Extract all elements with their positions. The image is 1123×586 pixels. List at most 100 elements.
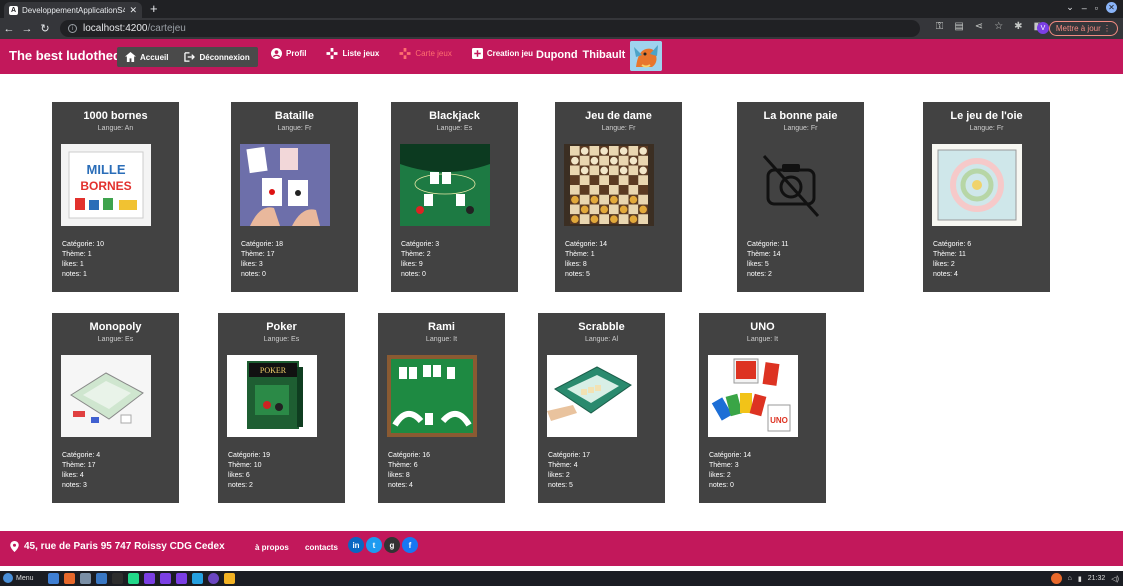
game-card[interactable]: 1000 bornes Langue: An MILLE BORNES Catég… bbox=[52, 102, 179, 292]
ide-icon[interactable] bbox=[128, 573, 139, 584]
ide-4-icon[interactable] bbox=[176, 573, 187, 584]
game-card[interactable]: Rami Langue: It Catégorie: 16 Thème: 6 l… bbox=[378, 313, 505, 503]
browser-tab[interactable]: A DeveloppementApplicationS4 ✕ bbox=[4, 2, 142, 18]
game-stats: Catégorie: 10 Thème: 1 likes: 1 notes: 1 bbox=[62, 240, 104, 280]
game-card[interactable]: Le jeu de l'oie Langue: Fr Catégorie: 6 … bbox=[923, 102, 1050, 292]
game-title[interactable]: Scrabble bbox=[538, 321, 665, 333]
game-title[interactable]: 1000 bornes bbox=[52, 110, 179, 122]
url-input[interactable]: i localhost:4200/cartejeu bbox=[60, 20, 920, 37]
reload-icon[interactable]: ↻ bbox=[36, 22, 54, 35]
categorie-value: 11 bbox=[781, 241, 789, 248]
game-card[interactable]: Monopoly Langue: Es Catégorie: 4 Thème: … bbox=[52, 313, 179, 503]
bookmark-star-icon[interactable]: ☆ bbox=[994, 21, 1003, 32]
game-card[interactable]: La bonne paie Langue: Fr Catégorie: 11 T… bbox=[737, 102, 864, 292]
notes-value: 4 bbox=[409, 482, 413, 489]
game-image: UNO bbox=[708, 355, 798, 437]
facebook-icon[interactable]: f bbox=[402, 537, 418, 553]
extensions-icon[interactable]: ✱ bbox=[1014, 21, 1022, 32]
game-image: MILLE BORNES bbox=[61, 144, 151, 226]
battery-icon[interactable]: ▮ bbox=[1078, 575, 1082, 583]
ide-3-icon[interactable] bbox=[160, 573, 171, 584]
svg-text:POKER: POKER bbox=[260, 366, 287, 375]
game-title[interactable]: Monopoly bbox=[52, 321, 179, 333]
home-icon bbox=[125, 52, 136, 62]
profile-avatar[interactable]: V bbox=[1037, 22, 1049, 34]
nav-accueil[interactable]: Accueil bbox=[125, 52, 168, 62]
stat-notes: notes: 4 bbox=[388, 481, 430, 491]
game-card[interactable]: UNO Langue: It UNO Catégorie: 14 Thème: … bbox=[699, 313, 826, 503]
emacs-icon[interactable] bbox=[208, 573, 219, 584]
categorie-value: 6 bbox=[967, 241, 972, 248]
game-language: Langue: Fr bbox=[231, 125, 358, 132]
volume-icon[interactable]: ◁) bbox=[1111, 575, 1119, 583]
twitter-icon[interactable]: t bbox=[366, 537, 382, 553]
stat-categorie: Catégorie: 6 bbox=[933, 240, 971, 250]
files-icon[interactable] bbox=[96, 573, 107, 584]
stat-notes: notes: 1 bbox=[62, 270, 104, 280]
nav-creation-jeu[interactable]: Creation jeu bbox=[471, 48, 533, 59]
new-tab-button[interactable]: + bbox=[150, 1, 158, 16]
key-icon[interactable]: ⚿ bbox=[936, 21, 944, 32]
notes-label: notes: bbox=[62, 482, 84, 489]
tab-search-icon[interactable]: ⌄ bbox=[1066, 2, 1074, 13]
nav-carte-jeux[interactable]: Carte jeux bbox=[399, 48, 452, 59]
game-title[interactable]: Le jeu de l'oie bbox=[923, 110, 1050, 122]
game-title[interactable]: La bonne paie bbox=[737, 110, 864, 122]
gamepad-active-icon bbox=[399, 48, 411, 59]
game-stats: Catégorie: 3 Thème: 2 likes: 9 notes: 0 bbox=[401, 240, 439, 280]
theme-label: Thème: bbox=[548, 462, 574, 469]
game-title[interactable]: Blackjack bbox=[391, 110, 518, 122]
game-title[interactable]: UNO bbox=[699, 321, 826, 333]
game-title[interactable]: Rami bbox=[378, 321, 505, 333]
contacts-link[interactable]: contacts bbox=[305, 543, 338, 552]
game-title[interactable]: Bataille bbox=[231, 110, 358, 122]
firefox-icon[interactable] bbox=[64, 573, 75, 584]
app-icon[interactable] bbox=[192, 573, 203, 584]
likes-label: likes: bbox=[62, 261, 80, 268]
about-link[interactable]: à propos bbox=[255, 543, 289, 552]
likes-value: 1 bbox=[79, 261, 84, 268]
close-window-icon[interactable]: ✕ bbox=[1106, 2, 1117, 13]
game-card[interactable]: Scrabble Langue: Al Catégorie: 17 Thème:… bbox=[538, 313, 665, 503]
langue-value: Es bbox=[464, 125, 473, 132]
likes-value: 6 bbox=[245, 472, 250, 479]
terminal-icon[interactable] bbox=[80, 573, 91, 584]
likes-value: 5 bbox=[764, 261, 769, 268]
nav-deconnexion[interactable]: Déconnexion bbox=[184, 52, 250, 62]
clock[interactable]: 21:32 bbox=[1088, 575, 1106, 582]
close-tab-icon[interactable]: ✕ bbox=[129, 5, 137, 16]
game-language: Langue: It bbox=[378, 336, 505, 343]
desktop-icon[interactable] bbox=[48, 573, 59, 584]
text-editor-icon[interactable] bbox=[112, 573, 123, 584]
forward-icon[interactable]: → bbox=[18, 23, 36, 35]
game-card[interactable]: Jeu de dame Langue: Fr Catégorie: 14 Thè… bbox=[555, 102, 682, 292]
ide-2-icon[interactable] bbox=[144, 573, 155, 584]
minimize-icon[interactable]: – bbox=[1082, 3, 1087, 13]
site-info-icon[interactable]: i bbox=[68, 24, 77, 33]
game-card[interactable]: Poker Langue: Es POKER Catégorie: 19 Thè… bbox=[218, 313, 345, 503]
game-card[interactable]: Bataille Langue: Fr Catégorie: 18 Thème:… bbox=[231, 102, 358, 292]
nav-liste-jeux[interactable]: Liste jeux bbox=[326, 48, 379, 59]
game-title[interactable]: Jeu de dame bbox=[555, 110, 682, 122]
github-icon[interactable]: g bbox=[384, 537, 400, 553]
nav-profil[interactable]: Profil bbox=[271, 48, 306, 59]
start-menu-button[interactable]: Menu bbox=[3, 573, 34, 583]
categorie-value: 16 bbox=[422, 452, 431, 459]
game-stats: Catégorie: 14 Thème: 3 likes: 2 notes: 0 bbox=[709, 451, 751, 491]
share-icon[interactable]: ⋖ bbox=[975, 21, 983, 32]
game-title[interactable]: Poker bbox=[218, 321, 345, 333]
likes-value: 8 bbox=[582, 261, 587, 268]
user-avatar[interactable] bbox=[630, 41, 662, 71]
update-tray-icon[interactable] bbox=[1050, 573, 1062, 584]
stat-likes: likes: 8 bbox=[565, 260, 607, 270]
linkedin-icon[interactable]: in bbox=[348, 537, 364, 553]
game-card[interactable]: Blackjack Langue: Es Catégorie: 3 Thème:… bbox=[391, 102, 518, 292]
back-icon[interactable]: ← bbox=[0, 23, 18, 35]
maximize-icon[interactable]: ▫ bbox=[1095, 3, 1098, 13]
stat-categorie: Catégorie: 14 bbox=[709, 451, 751, 461]
chrome-icon[interactable] bbox=[224, 573, 235, 584]
translate-icon[interactable]: ▤ bbox=[954, 21, 963, 32]
app-header: The best ludotheque Accueil Déconnexion … bbox=[0, 39, 1123, 74]
update-button[interactable]: Mettre à jour ⋮ bbox=[1048, 21, 1118, 36]
network-icon[interactable]: ⌂ bbox=[1068, 575, 1072, 582]
